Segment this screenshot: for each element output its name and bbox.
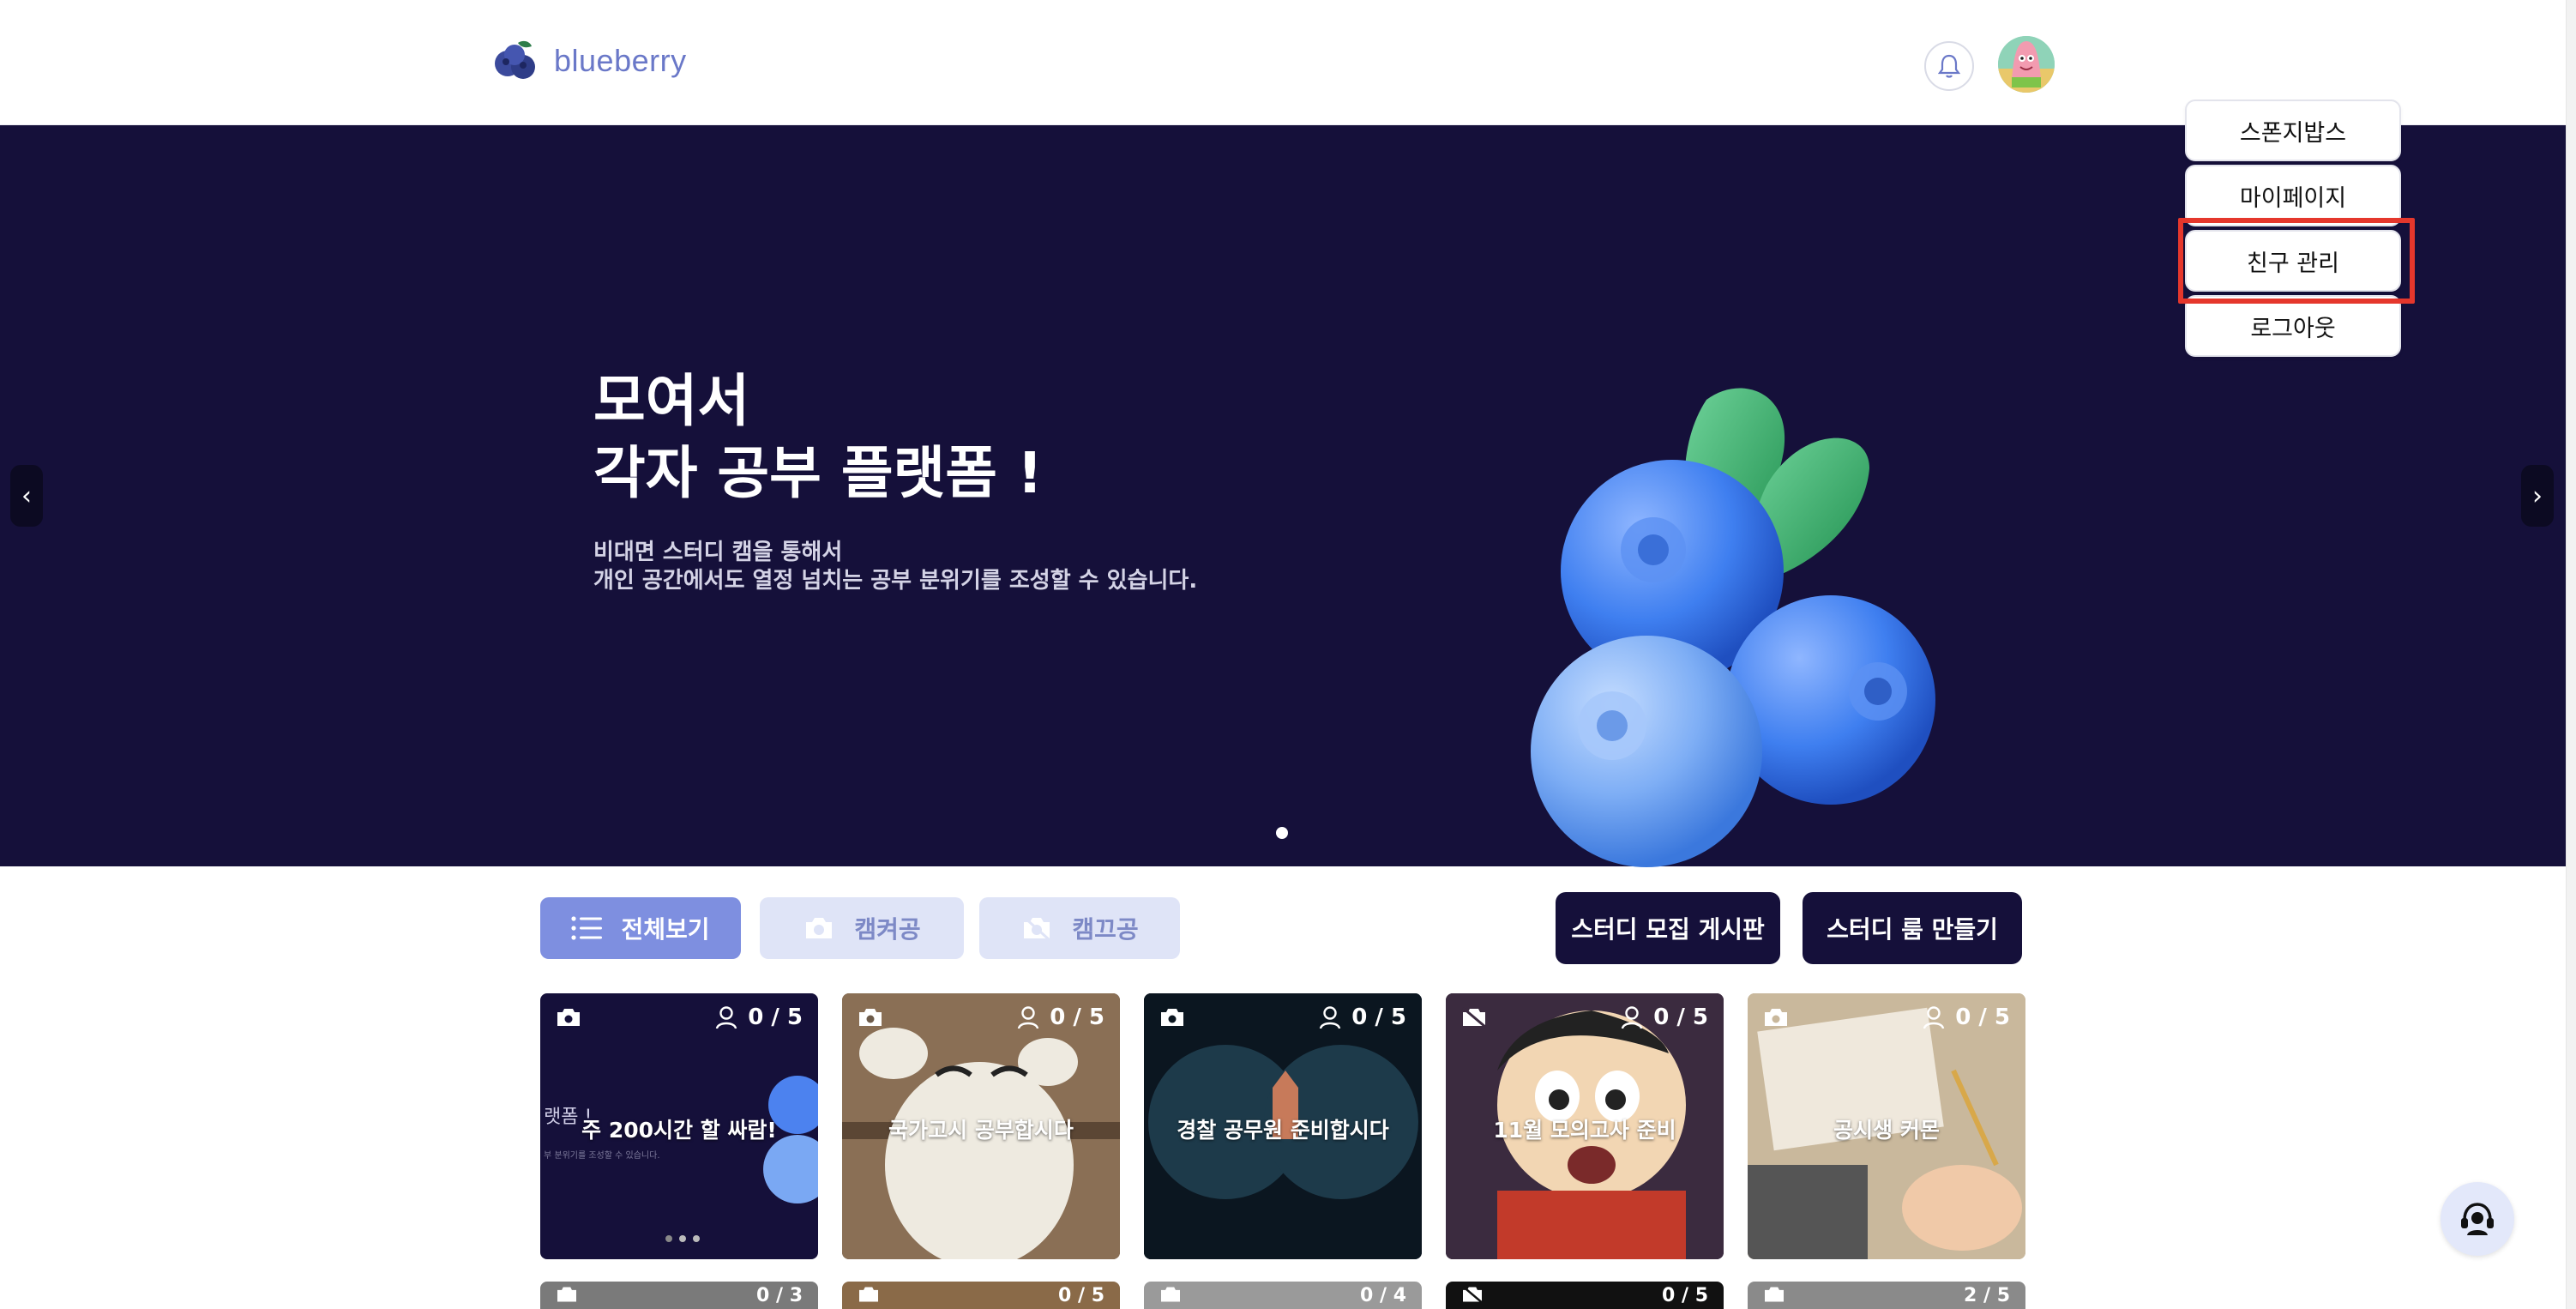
room-card[interactable]: 0 / 5 [1446,1282,1724,1309]
camera-icon [557,1009,580,1026]
hero-title-line2: 각자 공부 플랫폼 ! [593,440,1044,506]
participant-count: 0 / 5 [715,1004,803,1030]
person-icon [1018,1006,1039,1029]
filter-cam-on-label: 캠켜공 [854,915,921,944]
camera-off-icon [1023,915,1051,941]
person-icon [1622,1006,1643,1029]
participant-count-text: 0 / 5 [1653,1004,1708,1030]
filter-cam-off-label: 캠끄공 [1072,915,1139,944]
study-recruit-board-button[interactable]: 스터디 모집 게시판 [1556,892,1780,964]
brand-name: blueberry [554,43,687,78]
room-card[interactable]: 0 / 5 국가고시 공부합시다 [842,993,1120,1259]
top-header: blueberry [0,0,2566,125]
room-title: 경찰 공무원 준비합시다 [1177,1118,1389,1143]
hero-banner: 모여서 각자 공부 플랫폼 ! 비대면 스터디 캠을 통해서 개인 공간에서도 … [0,125,2566,867]
person-icon [1923,1006,1945,1029]
room-card[interactable]: 랫폼 ! 부 분위기를 조성할 수 있습니다. 0 / 5 주 200시간 할 … [540,993,818,1259]
participant-count-text: 0 / 5 [748,1004,803,1030]
filter-all-button[interactable]: 전체보기 [540,897,741,959]
filter-cam-on-button[interactable]: 캠켜공 [760,897,964,959]
room-title: 11월 모의고사 준비 [1493,1118,1676,1143]
camera-icon [859,1287,878,1302]
room-card[interactable]: 0 / 5 경찰 공무원 준비합시다 [1144,993,1422,1259]
camera-icon [557,1287,576,1302]
room-card[interactable]: 0 / 4 [1144,1282,1422,1309]
card-header: 0 / 5 [540,993,818,1041]
participant-count-text: 0 / 3 [756,1285,803,1306]
card-overlay-small-text: 부 분위기를 조성할 수 있습니다. [544,1151,660,1161]
filter-cam-off-button[interactable]: 캠끄공 [979,897,1180,959]
camera-icon [806,918,833,938]
participant-count-text: 0 / 5 [1351,1004,1406,1030]
card-header: 0 / 5 [1144,993,1422,1041]
page: blueberry 모여서 각자 공부 플랫폼 ! 비대면 스터디 캠을 통해서… [0,0,2576,1309]
room-title: 주 200시간 할 싸람! [581,1118,777,1143]
camera-off-icon [1462,1285,1483,1304]
room-card[interactable]: 2 / 5 [1748,1282,2025,1309]
user-menu: 스폰지밥스 마이페이지 친구 관리 로그아웃 [2185,100,2401,360]
card-header: 0 / 4 [1144,1282,1422,1309]
participant-count-text: 2 / 5 [1964,1285,2010,1306]
camera-icon [1161,1287,1180,1302]
customer-support-button[interactable] [2441,1182,2514,1256]
brand[interactable]: blueberry [492,38,687,84]
person-icon [1320,1006,1341,1029]
filter-all-label: 전체보기 [621,915,710,944]
menu-item-friends[interactable]: 친구 관리 [2185,230,2401,292]
participant-count: 0 / 5 [1017,1004,1104,1030]
participant-count-text: 0 / 5 [1662,1285,1708,1306]
card-header: 0 / 5 [842,993,1120,1041]
hero-subtitle-line2: 개인 공간에서도 열정 넘치는 공부 분위기를 조성할 수 있습니다. [593,568,1198,594]
participant-count-text: 0 / 5 [1050,1004,1104,1030]
camera-icon [859,1009,882,1026]
card-header: 0 / 5 [1446,993,1724,1041]
menu-item-mypage[interactable]: 마이페이지 [2185,165,2401,226]
camera-icon [1161,1009,1183,1026]
room-card[interactable]: 0 / 5 11월 모의고사 준비 [1446,993,1724,1259]
list-icon [571,916,603,940]
card-header: 0 / 5 [1446,1282,1724,1309]
participant-count-text: 0 / 5 [1058,1285,1104,1306]
bell-icon [1938,54,1960,78]
card-header: 0 / 3 [540,1282,818,1309]
hero-title-line1: 모여서 [593,368,750,434]
camera-off-icon [1462,1006,1486,1028]
room-title: 국가고시 공부합시다 [888,1118,1074,1143]
camera-icon [1765,1287,1784,1302]
card-header: 2 / 5 [1748,1282,2025,1309]
participant-count-text: 0 / 5 [1955,1004,2010,1030]
page-scrollbar[interactable] [2566,0,2576,1309]
blueberry-illustration [1509,374,1955,872]
hero-prev-button[interactable]: ‹ [10,465,43,527]
participant-count-text: 0 / 4 [1360,1285,1406,1306]
headset-icon [2461,1203,2494,1235]
hero-title: 모여서 각자 공부 플랫폼 ! [593,365,1043,510]
blueberry-logo-icon [492,38,539,84]
room-card[interactable]: 0 / 5 [842,1282,1120,1309]
camera-icon [1765,1009,1787,1026]
user-avatar[interactable] [1998,36,2055,93]
card-header: 0 / 5 [1748,993,2025,1041]
card-header: 0 / 5 [842,1282,1120,1309]
room-card[interactable]: 0 / 3 [540,1282,818,1309]
participant-count: 0 / 5 [1923,1004,2010,1030]
notification-button[interactable] [1924,41,1974,91]
menu-item-username[interactable]: 스폰지밥스 [2185,100,2401,161]
hero-subtitle-line1: 비대면 스터디 캠을 통해서 [593,540,843,565]
hero-pagination-dot[interactable] [1276,827,1288,839]
create-study-room-button[interactable]: 스터디 룸 만들기 [1803,892,2022,964]
room-card[interactable]: 0 / 5 공시생 커몬 [1748,993,2025,1259]
person-icon [716,1006,737,1029]
participant-count: 0 / 5 [1621,1004,1708,1030]
hero-next-button[interactable]: › [2521,465,2554,527]
participant-count: 0 / 5 [1319,1004,1406,1030]
menu-item-logout[interactable]: 로그아웃 [2185,295,2401,357]
room-title: 공시생 커몬 [1833,1118,1940,1143]
hero-subtitle: 비대면 스터디 캠을 통해서 개인 공간에서도 열정 넘치는 공부 분위기를 조… [593,539,1197,595]
